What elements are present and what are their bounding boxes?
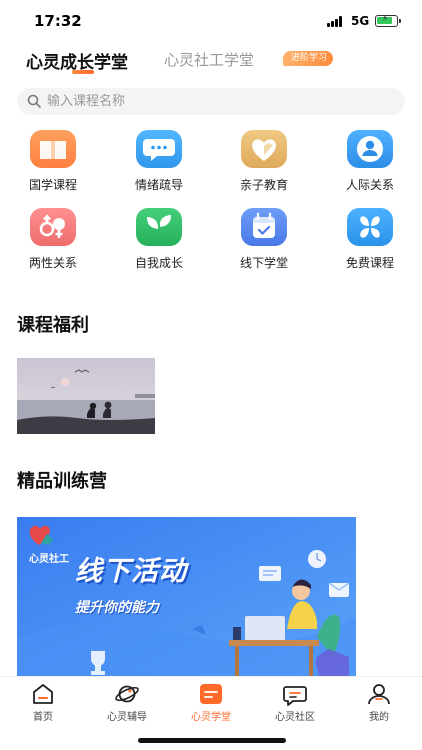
category-label: 国学课程 <box>28 178 77 192</box>
category-parenting[interactable]: 亲子教育 <box>219 128 309 192</box>
tab-school[interactable]: 心灵学堂 <box>169 681 253 723</box>
category-label: 免费课程 <box>345 256 394 270</box>
status-bar: 17:32 5G ⚡ <box>0 0 422 44</box>
tab-label: 心灵社区 <box>275 712 315 723</box>
tab-label: 心灵学堂 <box>191 712 231 723</box>
clover-icon <box>347 208 393 246</box>
camp-section-title: 精品训练营 <box>17 471 107 492</box>
header-tabs: 心灵成长学堂 心灵社工学堂 进阶学习 <box>0 44 422 80</box>
school-icon <box>200 684 222 704</box>
tab-label: 我的 <box>369 712 389 723</box>
category-offline-school[interactable]: 线下学堂 <box>219 206 309 270</box>
tab-label: 心灵辅导 <box>107 712 147 723</box>
tab-social-work-school[interactable]: 心灵社工学堂 <box>164 49 254 70</box>
banner-logo-text: 心灵社工 <box>29 554 69 565</box>
search-input[interactable] <box>47 91 387 112</box>
category-free-courses[interactable]: 免费课程 <box>325 206 415 270</box>
banner-subtitle: 提升你的能力 <box>75 600 159 616</box>
tab-profile[interactable]: 我的 <box>337 681 421 723</box>
search-icon <box>27 94 41 108</box>
welfare-course-image[interactable] <box>17 358 155 434</box>
profile-icon <box>368 684 390 705</box>
chat-bubble-icon <box>136 130 182 168</box>
category-grid: 国学课程 情绪疏导 亲子教育 人际关系 两性关系 自我成长 线下学堂 免费课程 <box>0 128 422 278</box>
category-relations[interactable]: 人际关系 <box>325 128 415 192</box>
tab-home[interactable]: 首页 <box>1 681 85 723</box>
banner-title: 线下活动 <box>75 556 187 587</box>
category-label: 人际关系 <box>345 178 394 192</box>
tab-label: 首页 <box>33 712 53 723</box>
category-emotion[interactable]: 情绪疏导 <box>114 128 204 192</box>
tab-counseling[interactable]: 心灵辅导 <box>85 681 169 723</box>
category-label: 亲子教育 <box>239 178 288 192</box>
tab-community[interactable]: 心灵社区 <box>253 681 337 723</box>
search-bar[interactable] <box>17 88 405 115</box>
gender-icon <box>30 208 76 246</box>
home-icon <box>33 684 53 704</box>
calendar-icon <box>241 208 287 246</box>
advanced-badge: 进阶学习 <box>283 51 334 66</box>
heart-icon <box>241 130 287 168</box>
category-label: 线下学堂 <box>239 256 288 270</box>
category-gender[interactable]: 两性关系 <box>8 206 98 270</box>
category-self-growth[interactable]: 自我成长 <box>114 206 204 270</box>
active-tab-indicator <box>72 70 94 74</box>
welfare-section-title: 课程福利 <box>17 315 89 336</box>
home-indicator <box>138 738 286 743</box>
community-icon <box>283 686 307 706</box>
category-label: 两性关系 <box>28 256 77 270</box>
leaf-icon <box>136 208 182 246</box>
person-icon <box>347 130 393 168</box>
planet-icon <box>115 685 139 703</box>
battery-icon: ⚡ <box>375 14 401 27</box>
category-guoxue[interactable]: 国学课程 <box>8 128 98 192</box>
status-time: 17:32 <box>34 12 82 30</box>
signal-icon <box>327 16 345 27</box>
network-label: 5G <box>351 14 370 28</box>
category-label: 自我成长 <box>134 256 183 270</box>
book-icon <box>30 130 76 168</box>
category-label: 情绪疏导 <box>134 178 183 192</box>
offline-activity-banner[interactable]: 心灵社工 线下活动 提升你的能力 <box>17 517 356 677</box>
